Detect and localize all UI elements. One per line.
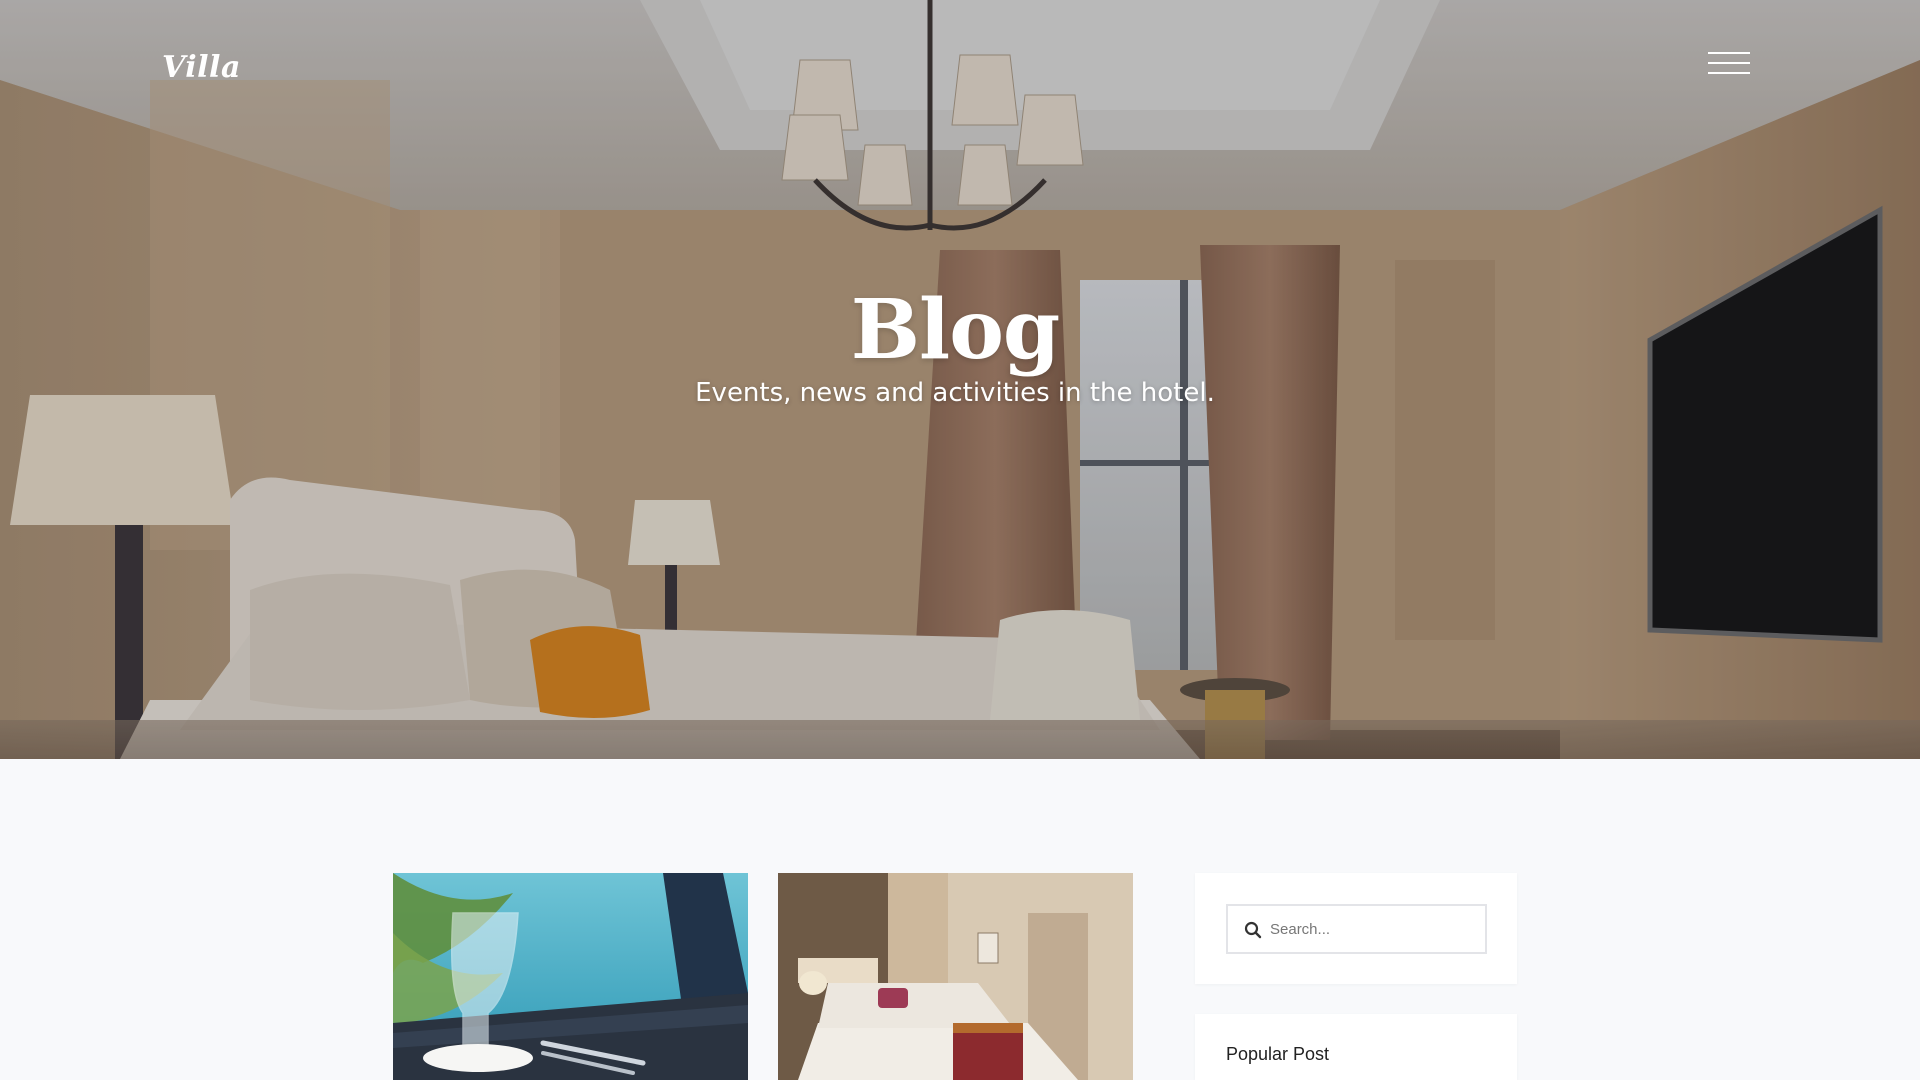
search-icon xyxy=(1244,921,1262,939)
blog-card-image[interactable] xyxy=(778,873,1133,1080)
site-logo[interactable]: Villa xyxy=(162,50,241,85)
menu-line xyxy=(1708,62,1750,64)
page-title: Blog xyxy=(850,282,1061,378)
page-subtitle: Events, news and activities in the hotel… xyxy=(695,378,1215,408)
hotel-bedroom-photo xyxy=(778,873,1133,1080)
menu-line xyxy=(1708,72,1750,74)
popular-post-widget: Popular Post xyxy=(1195,1014,1517,1080)
search-box[interactable] xyxy=(1226,904,1487,954)
search-input[interactable] xyxy=(1268,906,1480,952)
popular-post-title: Popular Post xyxy=(1226,1044,1330,1064)
search-widget xyxy=(1195,873,1517,984)
beach-dining-table-photo xyxy=(393,873,748,1080)
menu-line xyxy=(1708,52,1750,54)
hamburger-menu-icon[interactable] xyxy=(1708,52,1750,76)
hero-section: Villa Blog Events, news and activities i… xyxy=(0,0,1920,759)
blog-card-image[interactable] xyxy=(393,873,748,1080)
